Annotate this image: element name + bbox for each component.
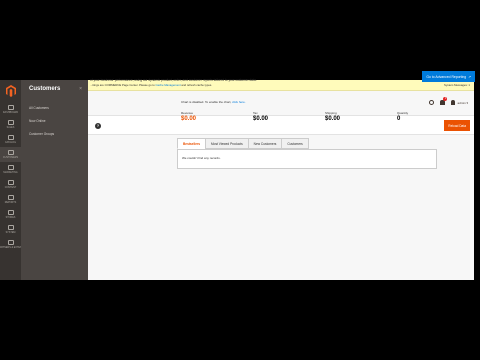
marketing-icon bbox=[7, 165, 14, 170]
advanced-reporting-label: Go to Advanced Reporting bbox=[426, 74, 467, 79]
tab-most-viewed-products[interactable]: Most Viewed Products bbox=[205, 138, 249, 149]
total-label: Tax bbox=[253, 111, 258, 115]
sidebar-item-system[interactable]: SYSTEM bbox=[0, 222, 21, 237]
reports-icon bbox=[7, 195, 14, 200]
sidebar-item-marketing[interactable]: MARKETING bbox=[0, 162, 21, 177]
total-label: Shipping bbox=[325, 111, 337, 115]
sidebar-item-label: CONTENT bbox=[4, 186, 17, 189]
system-messages-toggle[interactable]: System Messages: 1 bbox=[444, 83, 470, 87]
total-value: $0.00 bbox=[253, 116, 269, 122]
sidebar-item-label: REPORTS bbox=[4, 201, 17, 204]
search-icon[interactable] bbox=[429, 100, 435, 105]
user-icon bbox=[451, 100, 456, 105]
admin-screen: DASHBOARD SALES CATALOG CUSTOMERS MARKETING C… bbox=[0, 80, 474, 280]
magento-logo-icon bbox=[5, 85, 16, 97]
content-icon bbox=[7, 180, 14, 185]
external-link-icon: ↗ bbox=[468, 74, 471, 79]
enable-chart-link[interactable]: click here. bbox=[232, 100, 246, 104]
sidebar-item-label: SALES bbox=[6, 126, 15, 129]
dashboard-tabs: Bestsellers Most Viewed Products New Cus… bbox=[177, 138, 309, 149]
tab-bestsellers[interactable]: Bestsellers bbox=[177, 138, 207, 149]
notifications-bell-icon[interactable]: 1 bbox=[440, 97, 448, 105]
sidebar-item-catalog[interactable]: CATALOG bbox=[0, 132, 21, 147]
sidebar-item-label: STORES bbox=[5, 216, 16, 219]
advanced-reporting-description: of your business' performance, using our… bbox=[90, 78, 257, 82]
sidebar-item-label: DASHBOARD bbox=[2, 111, 19, 114]
sidebar-item-label: CUSTOMERS bbox=[2, 156, 19, 159]
sidebar-item-dashboard[interactable]: DASHBOARD bbox=[0, 102, 21, 117]
user-account-menu[interactable]: admin ▾ bbox=[451, 100, 468, 105]
notice-message: ...ttings are COMMERCE Page Center. Plea… bbox=[90, 83, 212, 87]
sidebar-item-stores[interactable]: STORES bbox=[0, 207, 21, 222]
empty-grid-message: We couldn't find any records. bbox=[182, 156, 221, 160]
magento-logo[interactable] bbox=[0, 80, 21, 102]
sidebar-item-label: MARKETING bbox=[3, 171, 18, 174]
sidebar-item-content[interactable]: CONTENT bbox=[0, 177, 21, 192]
total-revenue: Revenue $0.00 bbox=[181, 111, 253, 122]
chart-disabled-notice: Chart is disabled. To enable the chart, … bbox=[181, 100, 246, 104]
catalog-icon bbox=[7, 135, 14, 140]
menu-item-all-customers[interactable]: All Customers bbox=[29, 106, 88, 110]
close-icon[interactable]: × bbox=[79, 86, 82, 92]
cache-management-link[interactable]: Cache Management bbox=[155, 83, 180, 87]
help-icon[interactable]: ? bbox=[95, 123, 101, 129]
dashboard-totals: Revenue $0.00 Tax $0.00 Shipping $0.00 Q… bbox=[181, 111, 469, 122]
sidebar-item-label: SYSTEM bbox=[5, 231, 16, 234]
sidebar-item-sales[interactable]: SALES bbox=[0, 117, 21, 132]
total-label: Revenue bbox=[181, 111, 194, 115]
sidebar-item-find[interactable]: FIND PARTNERS & EXTENSIONS bbox=[0, 237, 29, 252]
notice-text-after: and refresh cache types. bbox=[181, 83, 213, 87]
tab-panel: We couldn't find any records. bbox=[177, 149, 437, 169]
sidebar-item-label: CATALOG bbox=[4, 141, 17, 144]
admin-sidebar: DASHBOARD SALES CATALOG CUSTOMERS MARKETING C… bbox=[0, 80, 29, 280]
system-icon bbox=[7, 225, 14, 230]
user-name: admin ▾ bbox=[457, 100, 468, 105]
sidebar-item-reports[interactable]: REPORTS bbox=[0, 192, 21, 207]
advanced-reporting-button[interactable]: Go to Advanced Reporting ↗ bbox=[422, 71, 475, 82]
customers-icon bbox=[7, 150, 14, 155]
tab-customers[interactable]: Customers bbox=[281, 138, 309, 149]
total-shipping: Shipping $0.00 bbox=[325, 111, 397, 122]
dashboard-icon bbox=[7, 105, 14, 110]
total-label: Quantity bbox=[397, 111, 409, 115]
menu-item-customer-groups[interactable]: Customer Groups bbox=[29, 132, 88, 136]
menu-item-now-online[interactable]: Now Online bbox=[29, 119, 88, 123]
chart-disabled-text: Chart is disabled. To enable the chart, bbox=[181, 100, 232, 104]
total-value: $0.00 bbox=[181, 116, 197, 122]
find-icon bbox=[7, 240, 14, 245]
sales-icon bbox=[7, 120, 14, 125]
total-tax: Tax $0.00 bbox=[253, 111, 325, 122]
customers-flyout-menu: Customers × All Customers Now Online Cus… bbox=[21, 80, 88, 280]
tab-new-customers[interactable]: New Customers bbox=[247, 138, 283, 149]
sidebar-item-customers[interactable]: CUSTOMERS bbox=[0, 147, 21, 162]
stores-icon bbox=[7, 210, 14, 215]
total-value: $0.00 bbox=[325, 116, 341, 122]
notification-count-badge: 1 bbox=[443, 97, 448, 101]
total-quantity: Quantity 0 bbox=[397, 111, 469, 122]
total-value: 0 bbox=[397, 116, 401, 122]
flyout-title: Customers bbox=[29, 86, 61, 92]
notice-text: ...ttings are COMMERCE Page Center. Plea… bbox=[90, 83, 155, 87]
